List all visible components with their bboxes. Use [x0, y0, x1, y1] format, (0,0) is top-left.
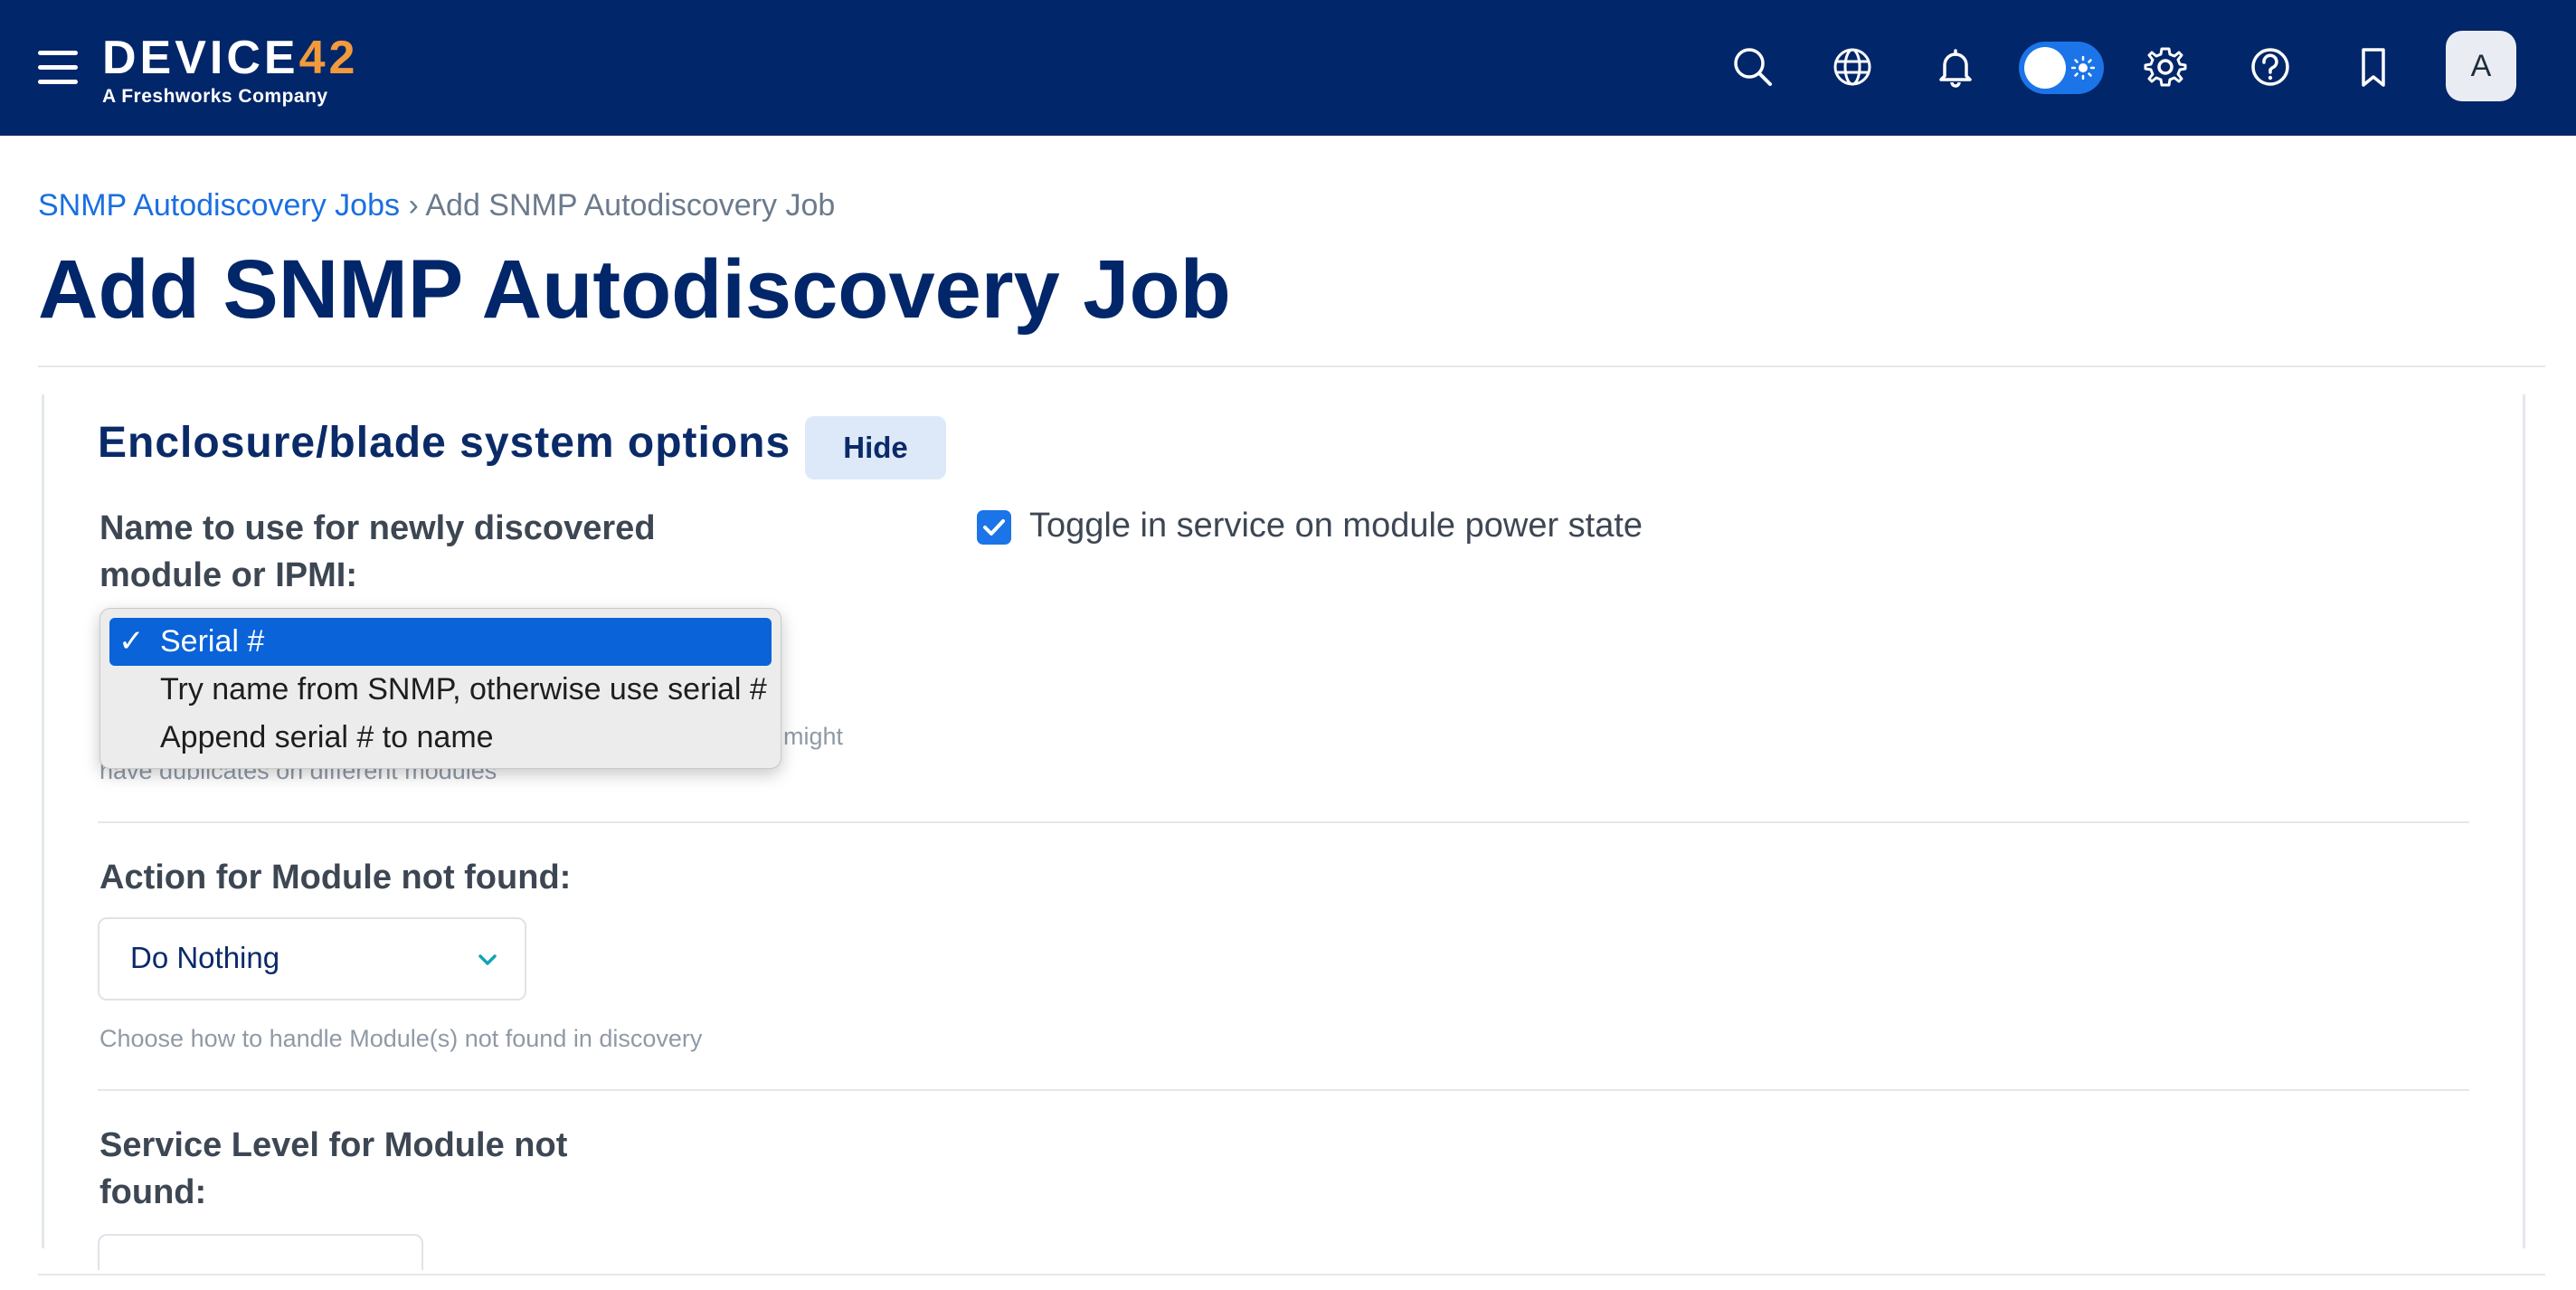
bell-icon[interactable] [1930, 42, 1981, 92]
top-navigation-bar: DEVICE42 A Freshworks Company A [0, 0, 2576, 136]
service-level-not-found-label: Service Level for Module not found: [99, 1122, 567, 1216]
chevron-down-icon [478, 954, 497, 965]
hide-button[interactable]: Hide [805, 416, 946, 479]
name-to-use-dropdown-menu[interactable]: ✓ Serial # Try name from SNMP, otherwise… [99, 608, 781, 769]
dropdown-option-append-serial[interactable]: Append serial # to name [109, 714, 772, 762]
sun-icon [2071, 56, 2095, 80]
logo-number: 42 [298, 32, 359, 84]
action-not-found-hint: Choose how to handle Module(s) not found… [99, 1025, 703, 1052]
bookmark-icon[interactable] [2348, 42, 2399, 92]
dropdown-option-label: Try name from SNMP, otherwise use serial… [160, 672, 767, 707]
menu-icon[interactable] [38, 51, 78, 85]
page-title: Add SNMP Autodiscovery Job [38, 243, 1231, 336]
name-to-use-hint-tail: might [783, 723, 844, 750]
action-not-found-label: Action for Module not found: [99, 858, 572, 896]
name-to-use-label-line1: Name to use for newly discovered [99, 509, 656, 547]
breadcrumb-parent-link[interactable]: SNMP Autodiscovery Jobs [38, 188, 400, 223]
check-icon [983, 519, 1005, 536]
logo[interactable]: DEVICE42 A Freshworks Company [102, 33, 358, 109]
action-not-found-select[interactable]: Do Nothing [98, 917, 526, 1001]
dropdown-option-label: Append serial # to name [160, 720, 494, 754]
search-icon[interactable] [1728, 42, 1778, 92]
bottom-divider [38, 1274, 2545, 1276]
service-level-label-line2: found: [99, 1173, 207, 1211]
service-level-not-found-select[interactable] [98, 1234, 423, 1270]
dropdown-option-try-snmp[interactable]: Try name from SNMP, otherwise use serial… [109, 666, 772, 714]
name-to-use-label-line2: module or IPMI: [99, 556, 357, 594]
toggle-knob [2024, 47, 2066, 89]
row-divider [98, 821, 2469, 823]
breadcrumb: SNMP Autodiscovery Jobs › Add SNMP Autod… [38, 188, 835, 223]
title-divider [38, 365, 2545, 367]
service-level-label-line1: Service Level for Module not [99, 1126, 568, 1164]
logo-subtitle: A Freshworks Company [102, 86, 328, 107]
help-icon[interactable] [2245, 42, 2296, 92]
avatar[interactable]: A [2446, 31, 2516, 101]
toggle-in-service-label[interactable]: Toggle in service on module power state [1029, 507, 1643, 545]
dropdown-option-serial[interactable]: ✓ Serial # [109, 618, 772, 666]
breadcrumb-current: Add SNMP Autodiscovery Job [425, 188, 836, 223]
row-divider [98, 1089, 2469, 1091]
logo-text: DEVICE [102, 32, 299, 84]
section-title: Enclosure/blade system options [98, 419, 791, 467]
gear-icon[interactable] [2140, 42, 2191, 92]
action-not-found-value: Do Nothing [130, 941, 280, 974]
theme-toggle[interactable] [2019, 42, 2104, 94]
dropdown-option-label: Serial # [160, 624, 265, 659]
checkmark-icon: ✓ [118, 624, 145, 659]
breadcrumb-separator: › [408, 188, 419, 223]
toggle-in-service-checkbox[interactable] [977, 510, 1011, 545]
globe-icon[interactable] [1827, 42, 1878, 92]
name-to-use-label: Name to use for newly discovered module … [99, 505, 656, 599]
